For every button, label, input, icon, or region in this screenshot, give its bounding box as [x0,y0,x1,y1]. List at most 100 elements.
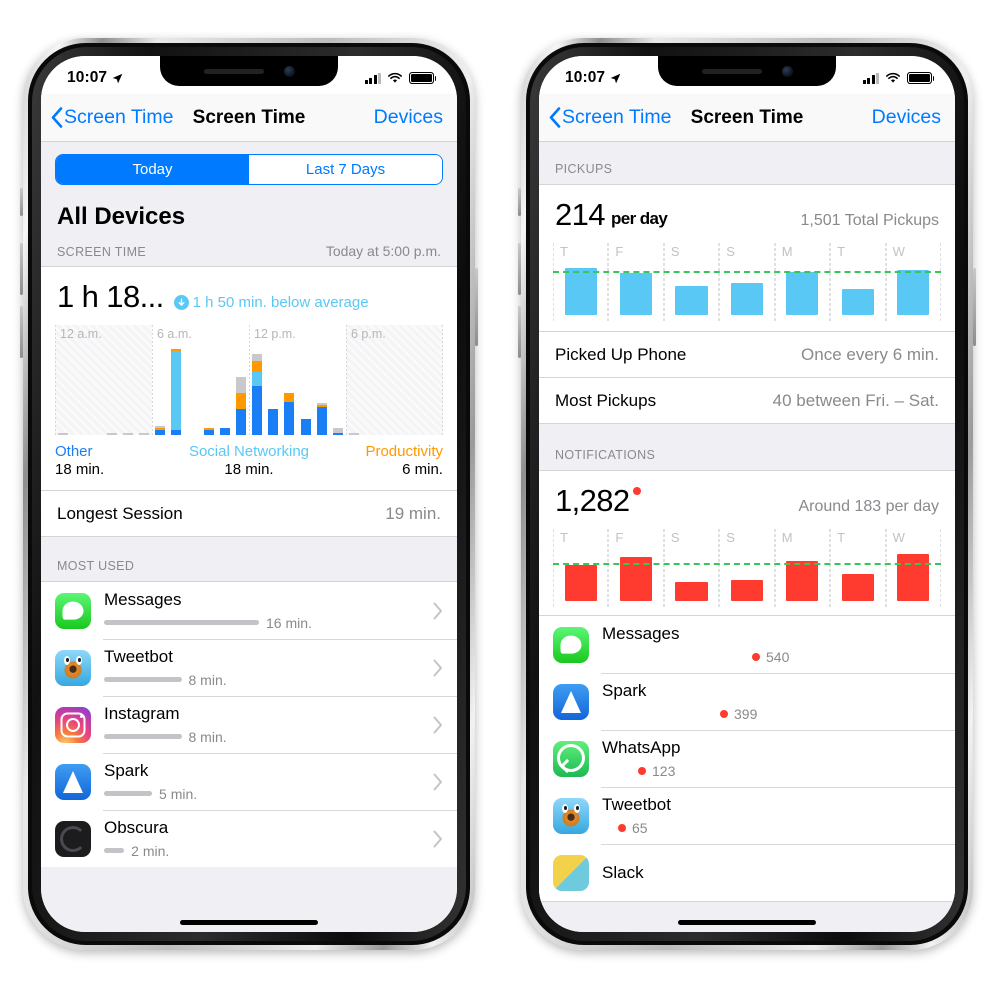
app-info: Tweetbot 65 [602,795,955,837]
chart-bar-segment [122,432,133,435]
power-button[interactable] [475,268,478,346]
pickups-count-unit: per day [610,209,668,228]
chart-bar [730,579,764,601]
whatsapp-icon [553,740,589,777]
notification-count-value: 399 [734,706,758,723]
list-item[interactable]: Obscura 2 min. [41,810,457,867]
chart-bars [55,349,443,435]
total-screen-time-value: 1 h 18... [57,279,164,314]
chart-day-label: F [615,530,624,545]
axis-tick-12am: 12 a.m. [60,327,102,341]
pickups-count-row: 214 per day 1,501 Total Pickups [539,185,955,233]
pickups-notifications-content[interactable]: PICKUPS 214 per day 1,501 Total Pickups … [539,142,955,932]
longest-session-row[interactable]: Longest Session 19 min. [41,490,457,536]
list-item[interactable]: Tweetbot 65 [539,787,955,844]
iphone-left: 10:07 Screen Time Screen Time Devices To… [20,38,478,950]
spark-icon [553,683,589,720]
chart-bar [316,402,327,435]
total-pickups-label: 1,501 Total Pickups [800,212,939,229]
mute-switch[interactable] [518,188,521,216]
chart-bar-segment [332,432,343,435]
home-indicator[interactable] [180,920,318,925]
back-button[interactable]: Screen Time [51,106,173,129]
app-name: Messages [602,623,680,643]
mute-switch[interactable] [20,188,23,216]
chart-bar [284,393,295,435]
notifications-label: NOTIFICATIONS [555,448,656,462]
chart-bar-segment [155,430,166,435]
picked-up-phone-row[interactable]: Picked Up Phone Once every 6 min. [539,331,955,377]
devices-button[interactable]: Devices [374,106,443,129]
notification-count-meter: 65 [602,820,955,836]
instagram-icon [55,706,91,743]
total-screen-time-row: 1 h 18... 1 h 50 min. below average [41,267,457,317]
chart-bar [841,289,874,315]
chart-bar [252,353,263,435]
phone-screen-right: 10:07 Screen Time Screen Time Devices PI… [539,56,955,932]
notifications-app-list[interactable]: Messages 540 Spark 399 WhatsApp 123 Tweetbot 65… [539,615,955,901]
range-segmented-control[interactable]: Today Last 7 Days [55,154,443,185]
most-pickups-row[interactable]: Most Pickups 40 between Fri. – Sat. [539,377,955,423]
notifications-week-chart: TFSSMTW [553,529,941,607]
app-name: Instagram [104,704,180,724]
usage-meter: 5 min. [104,786,433,802]
axis-tick-12pm: 12 p.m. [254,327,296,341]
back-button[interactable]: Screen Time [549,106,671,129]
chart-bar-segment [235,376,246,394]
back-button-label: Screen Time [64,106,174,128]
most-used-label: MOST USED [57,559,135,573]
home-indicator[interactable] [678,920,816,925]
app-usage-time: 16 min. [266,614,312,631]
chart-bar [675,285,708,315]
most-used-app-list[interactable]: Messages 16 min. Tweetbot 8 min. Instagram 8 … [41,581,457,867]
category-legend: Other 18 min. Social Networking 18 min. … [41,435,457,490]
chart-bar [675,582,708,601]
chart-bar [730,282,764,315]
chart-day-label: W [892,244,905,259]
list-item[interactable]: WhatsApp 123 [539,730,955,787]
screen-time-card: 1 h 18... 1 h 50 min. below average 12 a… [41,266,457,537]
power-button[interactable] [973,268,976,346]
chart-bar [897,553,930,601]
list-item[interactable]: Spark 5 min. [41,753,457,810]
chart-bar [203,428,214,435]
chart-day-label: S [670,244,680,259]
chart-bar-segment [219,428,230,435]
slack-icon [553,854,589,891]
screen-time-today-content[interactable]: Today Last 7 Days All Devices SCREEN TIM… [41,142,457,932]
tab-last-7-days[interactable]: Last 7 Days [249,155,442,184]
tab-today[interactable]: Today [56,155,249,184]
list-item[interactable]: Messages 540 [539,616,955,673]
notification-count-meter: 123 [602,763,955,779]
list-item[interactable]: Slack [539,844,955,901]
app-info: Obscura 2 min. [104,818,433,859]
notifications-section-header: NOTIFICATIONS [539,424,955,470]
section-timestamp: Today at 5:00 p.m. [325,243,441,259]
list-item[interactable]: Tweetbot 8 min. [41,639,457,696]
longest-session-label: Longest Session [57,503,183,523]
app-info: Messages 540 [602,624,955,666]
app-name: WhatsApp [602,737,681,757]
app-name: Messages [104,590,182,610]
list-item[interactable]: Instagram 8 min. [41,696,457,753]
section-label: SCREEN TIME [57,245,147,259]
notifications-card: 1,282 Around 183 per day T F S S M T W Message… [539,470,955,902]
volume-down-button[interactable] [20,306,23,358]
devices-button[interactable]: Devices [872,106,941,129]
app-name: Slack [602,862,644,882]
phone-screen-left: 10:07 Screen Time Screen Time Devices To… [41,56,457,932]
list-item[interactable]: Messages 16 min. [41,582,457,639]
average-comparison-badge: 1 h 50 min. below average [173,294,369,311]
pickups-card: 214 per day 1,501 Total Pickups TFSSMTW … [539,184,955,424]
list-item[interactable]: Spark 399 [539,673,955,730]
app-name: Obscura [104,818,169,838]
average-comparison-label: 1 h 50 min. below average [192,294,369,311]
cellular-bars-icon [862,72,879,84]
chart-bar [122,432,133,435]
legend-item-productivity: Productivity 6 min. [314,443,443,478]
volume-up-button[interactable] [20,243,23,295]
volume-down-button[interactable] [518,306,521,358]
volume-up-button[interactable] [518,243,521,295]
pickups-week-chart: TFSSMTW [553,243,941,321]
chart-bar-segment [203,430,214,435]
